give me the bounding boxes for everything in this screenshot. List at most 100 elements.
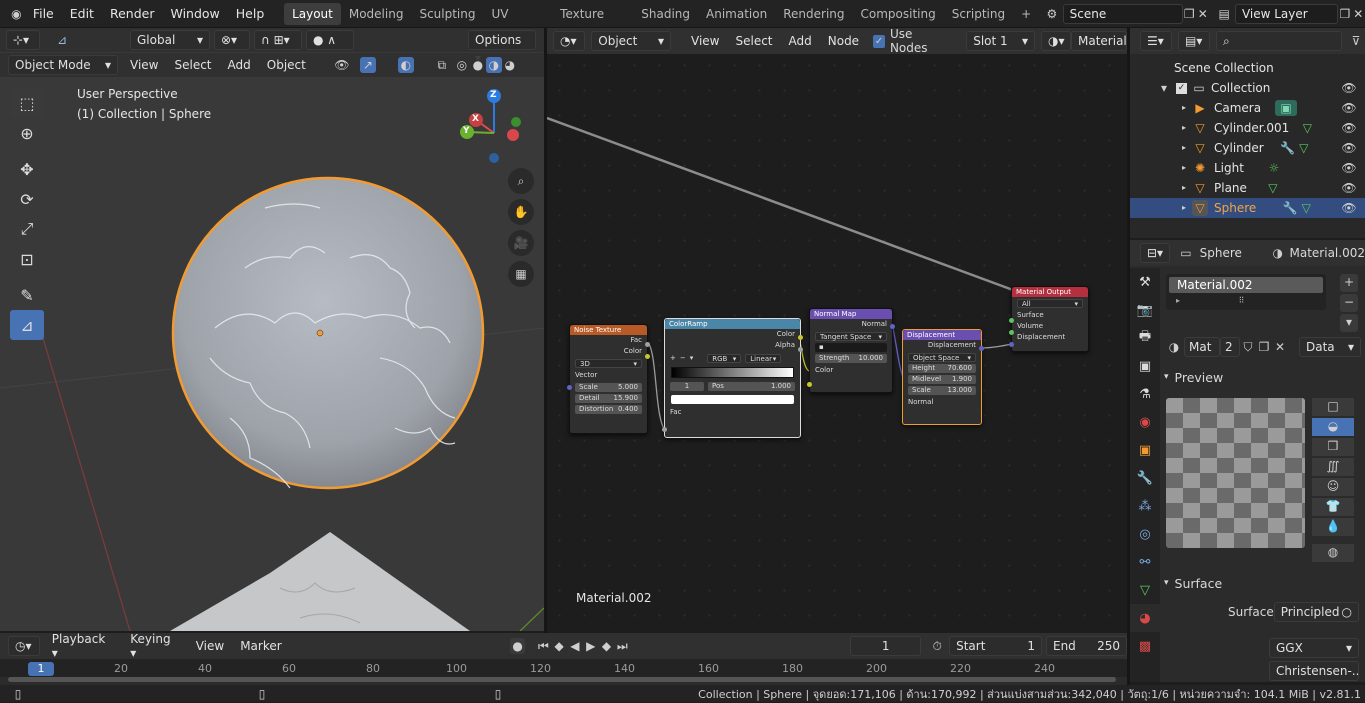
preview-panel-header[interactable]: ▾ Preview	[1164, 368, 1223, 386]
socket[interactable]	[1009, 342, 1014, 347]
outliner-item-light[interactable]: ▸ ✺ Light ☼ 👁	[1130, 158, 1365, 178]
socket[interactable]	[807, 382, 812, 387]
menu-help[interactable]: Help	[228, 0, 273, 28]
preview-range-icon[interactable]: ⏱	[929, 638, 945, 654]
timeline[interactable]: ◷▾ Playback ▾ Keying ▾ View Marker ● ⏮ ◆…	[0, 632, 1128, 685]
blender-logo-icon[interactable]: ◉	[8, 6, 25, 22]
pan-hand-icon[interactable]: ✋	[508, 199, 534, 225]
preview-monkey-icon[interactable]: ☺	[1312, 478, 1354, 496]
visibility-eye-icon[interactable]: 👁	[1341, 80, 1357, 96]
overlay-toggle-icon[interactable]: ◐	[397, 57, 414, 73]
annotate-tool-icon[interactable]: ✎	[10, 280, 44, 310]
menu-render[interactable]: Render	[102, 0, 163, 28]
socket[interactable]	[890, 324, 895, 329]
noise-vector-input[interactable]: Vector	[570, 370, 647, 381]
output-displacement-input[interactable]: Displacement	[1012, 332, 1088, 343]
noise-fac-output[interactable]: Fac	[570, 335, 647, 346]
timeline-menu-view[interactable]: View	[188, 639, 232, 653]
outliner-item-cylinder[interactable]: ▸ ▽ Cylinder 🔧 ▽ 👁	[1130, 138, 1365, 158]
material-output-node[interactable]: Material Output All ▾ Surface Volume Disp…	[1011, 286, 1089, 352]
visibility-eye-icon[interactable]: 👁	[1341, 140, 1357, 156]
displacement-height-field[interactable]: Height 70.600	[908, 364, 976, 373]
timeline-menu-keying[interactable]: Keying ▾	[122, 632, 187, 660]
outliner-search-input[interactable]: ⌕	[1216, 31, 1342, 51]
timeline-menu-marker[interactable]: Marker	[232, 639, 289, 653]
render-tab-icon[interactable]: 📷	[1130, 296, 1160, 324]
add-workspace-button[interactable]: +	[1013, 3, 1039, 25]
socket[interactable]	[1009, 330, 1014, 335]
tab-scripting[interactable]: Scripting	[944, 3, 1013, 25]
surface-panel-header[interactable]: ▾ Surface	[1164, 574, 1222, 592]
ramp-pos-field[interactable]: Pos 1.000	[708, 381, 795, 391]
outliner-item-sphere[interactable]: ▸ ▽ Sphere 🔧 ▽ 👁	[1130, 198, 1365, 218]
socket[interactable]	[645, 342, 650, 347]
normal-map-normal-output[interactable]: Normal	[810, 319, 892, 330]
mesh-data-icon[interactable]: ▽	[1299, 120, 1315, 136]
expand-icon[interactable]: ▸	[1176, 120, 1192, 136]
socket[interactable]	[645, 354, 650, 359]
material-users-count[interactable]: 2	[1220, 337, 1240, 357]
cursor-tool-icon[interactable]: ⊕	[10, 118, 44, 148]
shading-solid-icon[interactable]: ●	[470, 57, 486, 73]
displacement-scale-field[interactable]: Scale 13.000	[908, 386, 976, 395]
move-tool-icon[interactable]: ✥	[10, 154, 44, 184]
zoom-icon[interactable]: ⌕	[508, 168, 534, 194]
outliner-type-button[interactable]: ☰▾	[1140, 31, 1172, 51]
preview-sphere-icon[interactable]: ◒	[1312, 418, 1354, 436]
visibility-eye-icon[interactable]: 👁	[1341, 160, 1357, 176]
material-link-select[interactable]: Data ▾	[1299, 337, 1361, 357]
mode-select[interactable]: Object Mode ▾	[8, 55, 118, 75]
timeline-menu-playback[interactable]: Playback ▾	[44, 632, 123, 660]
gizmo-toggle-icon[interactable]: ↗	[359, 57, 376, 73]
select-tool-icon[interactable]: ⬚	[10, 88, 44, 118]
ramp-color-mode-select[interactable]: RGB ▾	[707, 353, 742, 363]
preview-flat-icon[interactable]: □	[1312, 398, 1354, 416]
new-view-layer-icon[interactable]: ❐	[1338, 6, 1351, 22]
tab-animation[interactable]: Animation	[698, 3, 775, 25]
colorramp-node[interactable]: ColorRamp Color Alpha + − ▾ RGB ▾ Linear ▾…	[664, 318, 801, 438]
normal-map-space-select[interactable]: Tangent Space ▾	[815, 332, 887, 341]
collection-checkbox-icon[interactable]: ✓	[1176, 82, 1187, 94]
texture-tab-icon[interactable]: ▩	[1130, 632, 1160, 660]
outliner[interactable]: ☰▾ ▤▾ ⌕ ⊽ Scene Collection ▾ ✓ ▭ Collect…	[1130, 28, 1365, 238]
add-slot-icon[interactable]: +	[1340, 274, 1358, 292]
ramp-add-icon[interactable]: +	[670, 354, 676, 362]
rotate-tool-icon[interactable]: ⟳	[10, 184, 44, 214]
normal-map-color-input[interactable]: Color	[810, 365, 892, 376]
tab-compositing[interactable]: Compositing	[853, 3, 944, 25]
colorramp-fac-input[interactable]: Fac	[665, 407, 800, 418]
timeline-ruler[interactable]: 1 20 40 60 80 100 120 140 160 180 200 22…	[0, 659, 1127, 677]
expand-icon[interactable]: ▸	[1176, 180, 1192, 196]
material-tab-icon[interactable]: ◕	[1130, 604, 1160, 632]
fake-user-icon[interactable]: ⛉	[1240, 339, 1256, 355]
normal-strength-field[interactable]: Strength 10.000	[815, 354, 887, 363]
close-scene-icon[interactable]: ✕	[1196, 6, 1209, 22]
constraints-tab-icon[interactable]: ⚯	[1130, 548, 1160, 576]
colorramp-color-output[interactable]: Color	[665, 329, 800, 340]
expand-icon[interactable]: ▸	[1176, 100, 1192, 116]
shading-material-icon[interactable]: ◑	[485, 57, 502, 73]
material-slot-list[interactable]: Material.002 ▸ ⠿	[1166, 274, 1326, 310]
expand-icon[interactable]: ▸	[1176, 140, 1192, 156]
menu-edit[interactable]: Edit	[62, 0, 102, 28]
menu-file[interactable]: File	[25, 0, 62, 28]
physics-tab-icon[interactable]: ◎	[1130, 520, 1160, 548]
noise-detail-field[interactable]: Detail 15.900	[575, 394, 642, 403]
jump-start-icon[interactable]: ⏮	[535, 638, 551, 654]
visibility-icon[interactable]: 👁	[334, 57, 350, 73]
output-target-select[interactable]: All ▾	[1017, 299, 1083, 308]
shader-node-editor[interactable]: ◔▾ Object ▾ View Select Add Node ✓ Use No…	[547, 28, 1127, 631]
transform-tool-icon[interactable]: ⊡	[10, 244, 44, 274]
xray-icon[interactable]: ⧉	[434, 57, 450, 73]
light-data-icon[interactable]: ☼	[1266, 160, 1282, 176]
particles-tab-icon[interactable]: ⁂	[1130, 492, 1160, 520]
distribution-select[interactable]: GGX ▾	[1269, 638, 1359, 658]
noise-distortion-field[interactable]: Distortion 0.400	[575, 405, 642, 414]
displacement-output[interactable]: Displacement	[903, 340, 981, 351]
mesh-data-icon[interactable]: ▽	[1298, 200, 1314, 216]
surface-shader-select[interactable]: Principled ..○	[1273, 602, 1359, 622]
noise-texture-node[interactable]: Noise Texture Fac Color 3D ▾ Vector Scale…	[569, 324, 648, 434]
slot-list-resize-icon[interactable]: ▸ ⠿	[1166, 296, 1326, 305]
proportional-toggle[interactable]: ● ∧	[306, 30, 354, 50]
material-slot-item[interactable]: Material.002	[1169, 277, 1323, 293]
